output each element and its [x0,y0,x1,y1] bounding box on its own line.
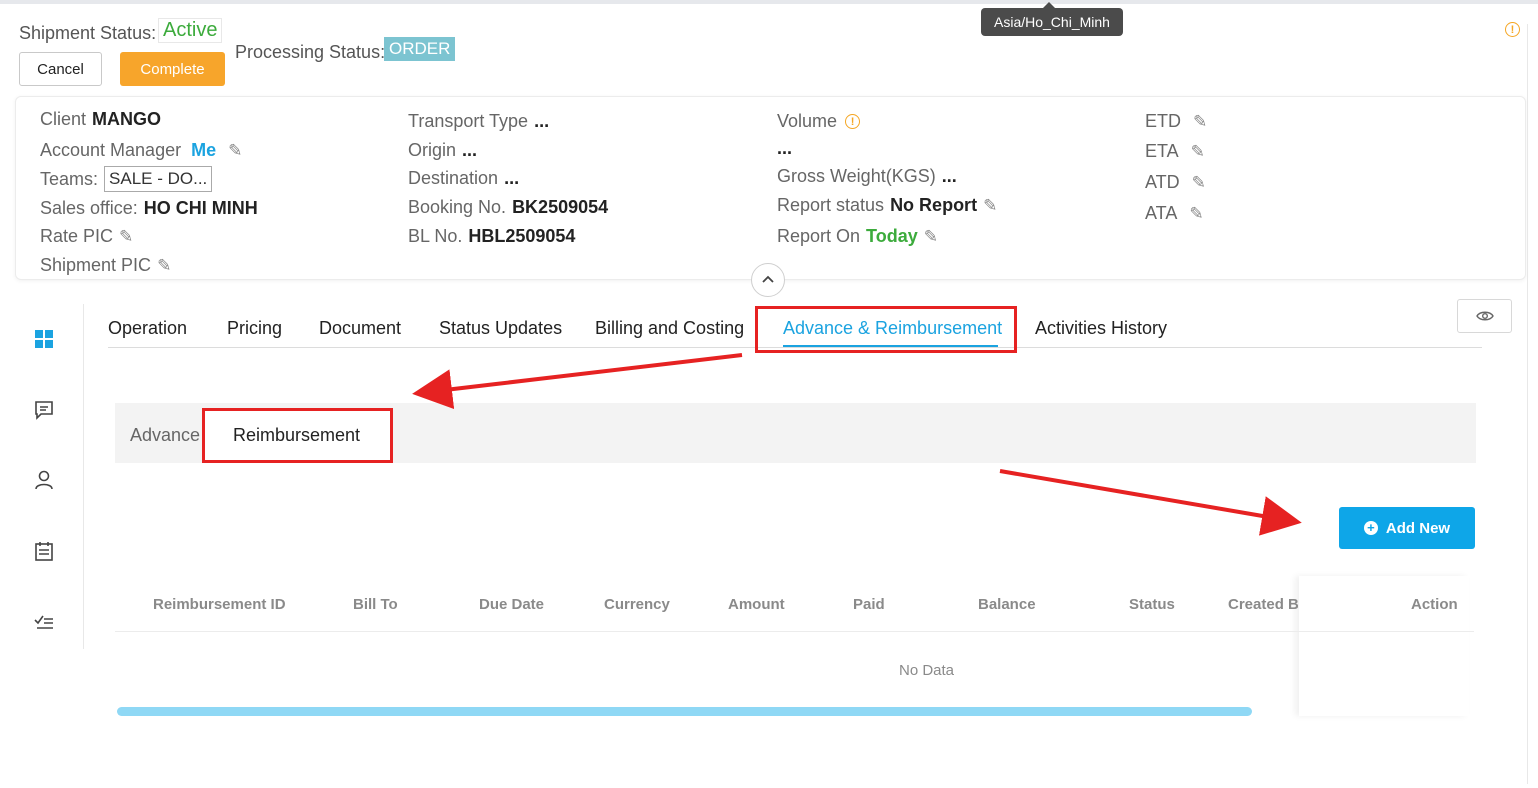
page: Shipment Status: Active Processing Statu… [0,0,1538,788]
arrow-to-add-new [999,469,1302,536]
arrow-to-subtab [412,353,743,410]
annotation-arrows [412,353,1302,536]
